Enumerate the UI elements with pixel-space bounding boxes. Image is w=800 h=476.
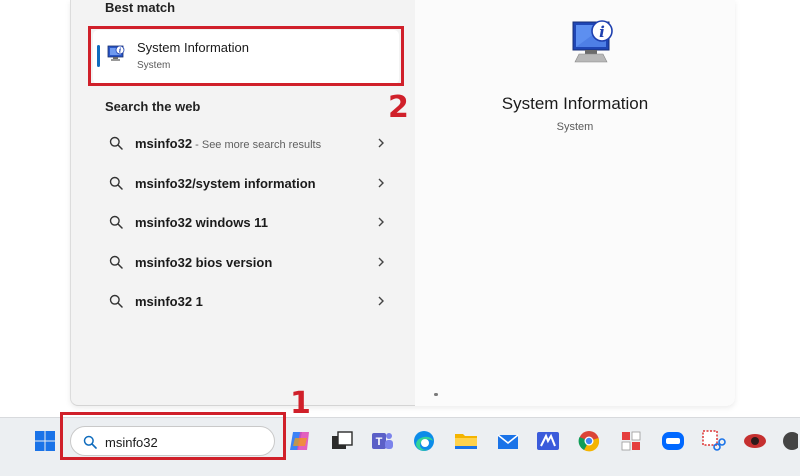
preview-subtitle: System xyxy=(556,121,594,133)
svg-text:T: T xyxy=(376,436,383,448)
teams-icon[interactable]: T xyxy=(369,428,395,454)
annotation-box-best-match xyxy=(88,26,404,86)
web-result-hint: - See more search results xyxy=(192,139,322,152)
chevron-right-icon xyxy=(378,296,384,306)
edge-icon[interactable] xyxy=(411,428,437,454)
system-information-icon: i xyxy=(572,20,613,63)
scroll-indicator[interactable] xyxy=(434,393,438,396)
chevron-right-icon xyxy=(378,257,384,266)
search-icon xyxy=(109,215,123,229)
mail-icon[interactable] xyxy=(495,428,521,454)
preview-pane: i System Information System xyxy=(415,0,735,406)
copilot-icon[interactable] xyxy=(287,428,313,454)
svg-text:i: i xyxy=(599,23,605,41)
chevron-right-icon xyxy=(378,178,384,187)
windows-start-icon[interactable] xyxy=(34,430,56,452)
file-explorer-icon[interactable] xyxy=(453,428,479,454)
annotation-box-search xyxy=(60,412,286,460)
store-icon[interactable] xyxy=(535,428,561,454)
app-icon[interactable] xyxy=(618,428,644,454)
web-result-text: msinfo32 windows 11 xyxy=(135,215,268,231)
web-result-text: msinfo32 - See more search results xyxy=(135,136,322,152)
web-results-list: msinfo32 - See more search results msinf… xyxy=(93,124,399,322)
task-view-icon[interactable] xyxy=(329,428,355,454)
web-result-text: msinfo32/system information xyxy=(135,175,316,191)
app-icon[interactable] xyxy=(780,428,798,454)
search-icon xyxy=(109,255,123,269)
web-result-text: msinfo32 1 xyxy=(135,294,203,310)
chevron-right-icon xyxy=(378,138,384,148)
web-result-text: msinfo32 bios version xyxy=(135,254,273,270)
eye-icon[interactable] xyxy=(742,428,768,454)
callout-number-1: 1 xyxy=(290,386,311,421)
web-result-item[interactable]: msinfo32 windows 11 xyxy=(93,203,399,243)
preview-title: System Information xyxy=(501,94,649,113)
web-result-item[interactable]: msinfo32 bios version xyxy=(93,243,399,283)
zalo-icon[interactable] xyxy=(660,428,686,454)
snipping-tool-icon[interactable] xyxy=(700,428,726,454)
chrome-icon[interactable] xyxy=(576,428,602,454)
web-result-item[interactable]: msinfo32 1 xyxy=(93,282,399,322)
web-result-item[interactable]: msinfo32 - See more search results xyxy=(93,124,399,164)
search-icon xyxy=(109,136,123,150)
best-match-heading: Best match xyxy=(105,0,176,15)
search-web-heading: Search the web xyxy=(105,99,201,114)
search-icon xyxy=(109,294,123,308)
callout-number-2: 2 xyxy=(388,90,409,125)
search-icon xyxy=(109,176,123,190)
chevron-right-icon xyxy=(378,217,384,227)
web-result-item[interactable]: msinfo32/system information xyxy=(93,164,399,204)
